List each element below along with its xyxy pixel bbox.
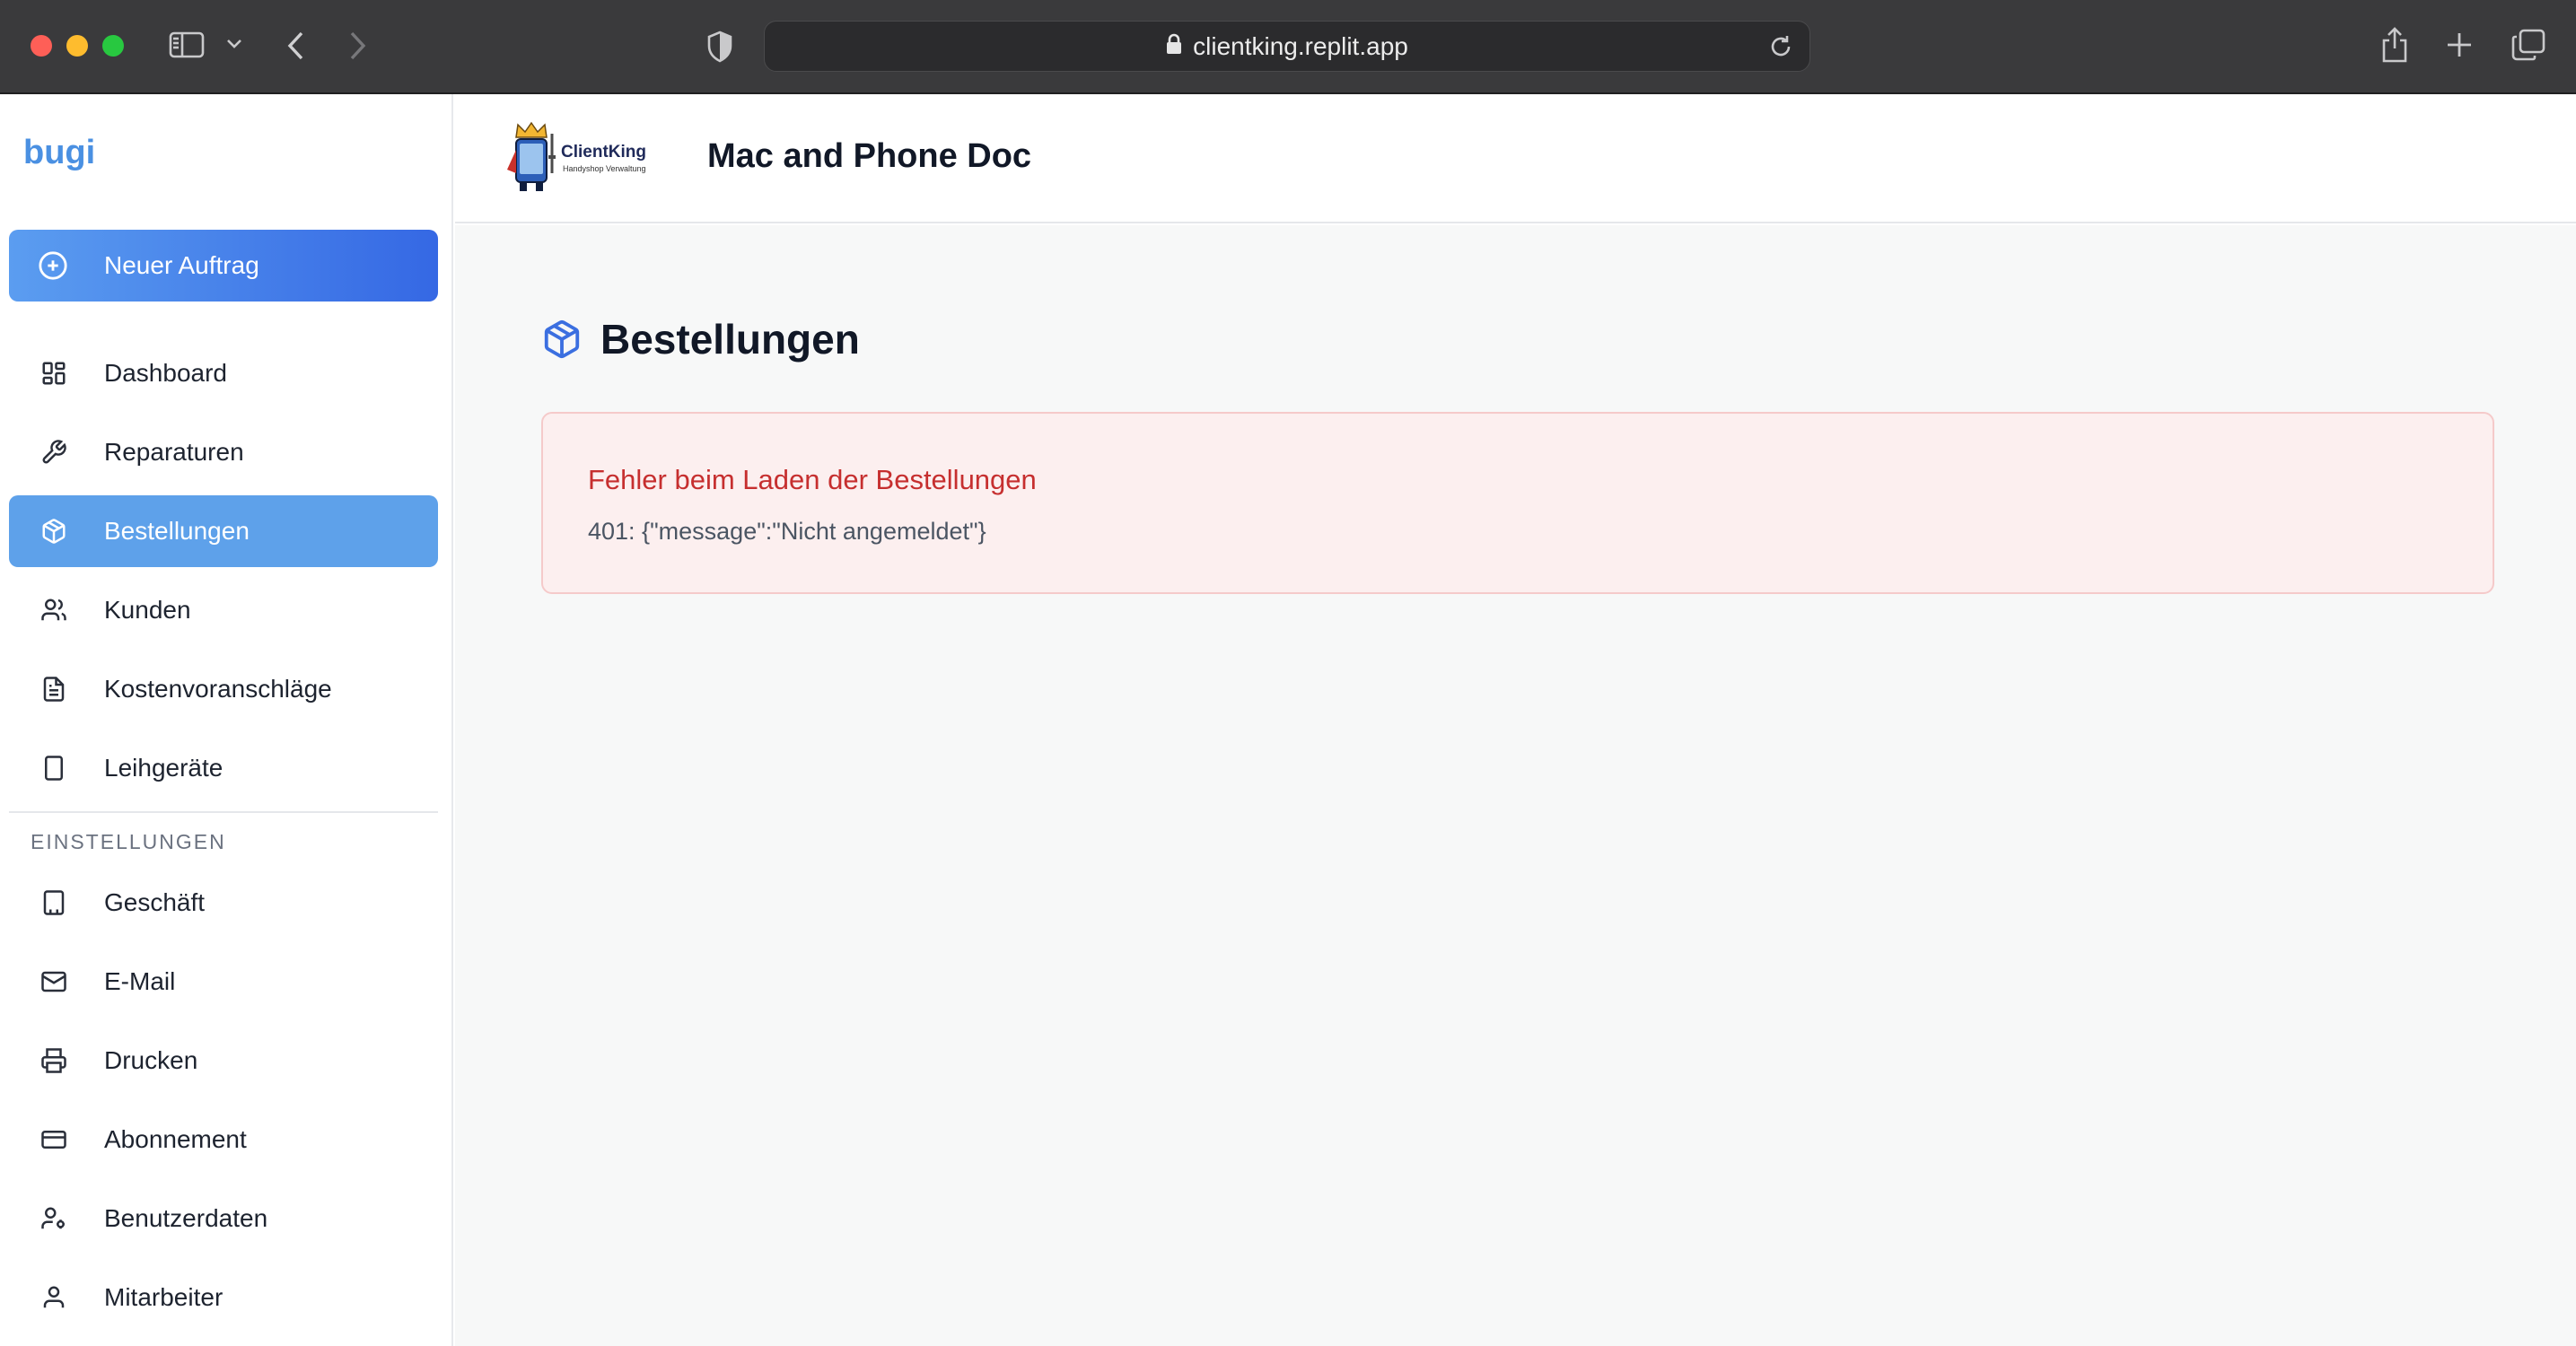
sidebar-toggle-icon[interactable] xyxy=(169,31,205,59)
sidebar-item-bestellungen[interactable]: Bestellungen xyxy=(9,495,438,567)
user-icon xyxy=(36,1284,72,1311)
users-icon xyxy=(36,597,72,624)
page-header: Bestellungen xyxy=(541,315,860,363)
sidebar-item-label: Drucken xyxy=(104,1046,198,1074)
sidebar-item-label: Leihgeräte xyxy=(104,754,223,782)
sidebar-divider xyxy=(9,811,438,813)
browser-toolbar: clientking.replit.app xyxy=(0,0,2576,94)
close-window-button[interactable] xyxy=(31,35,52,57)
sidebar-item-drucken[interactable]: Drucken xyxy=(9,1025,438,1097)
sidebar-item-benutzerdaten[interactable]: Benutzerdaten xyxy=(9,1183,438,1254)
sidebar-item-label: Mitarbeiter xyxy=(104,1283,223,1311)
sidebar-item-label: Reparaturen xyxy=(104,438,244,466)
sidebar-item-leihgeraete[interactable]: Leihgeräte xyxy=(9,732,438,804)
dashboard-icon xyxy=(36,360,72,387)
plus-circle-icon xyxy=(38,250,74,281)
sidebar-item-kostenvoranschlaege[interactable]: Kostenvoranschläge xyxy=(9,653,438,725)
tab-overview-icon[interactable] xyxy=(2511,29,2545,61)
app-header: ClientKing Handyshop Verwaltung Mac and … xyxy=(455,94,2576,223)
user-settings-icon xyxy=(36,1205,72,1232)
settings-heading: EINSTELLUNGEN xyxy=(31,830,226,853)
error-alert: Fehler beim Laden der Bestellungen 401: … xyxy=(541,412,2494,594)
new-order-button[interactable]: Neuer Auftrag xyxy=(9,230,438,302)
tablet-icon xyxy=(36,755,72,782)
sidebar-item-geschaeft[interactable]: Geschäft xyxy=(9,867,438,939)
reload-icon[interactable] xyxy=(1768,34,1793,64)
zoom-window-button[interactable] xyxy=(102,35,124,57)
new-tab-icon[interactable] xyxy=(2445,31,2474,59)
credit-card-icon xyxy=(36,1126,72,1153)
sidebar-item-label: Dashboard xyxy=(104,359,227,387)
sidebar-item-label: Abonnement xyxy=(104,1125,247,1153)
sidebar-item-label: E-Mail xyxy=(104,967,176,995)
mail-icon xyxy=(36,968,72,995)
brand-name[interactable]: bugi xyxy=(23,134,95,172)
clientking-logo[interactable]: ClientKing Handyshop Verwaltung xyxy=(500,119,662,193)
main-content: Bestellungen Fehler beim Laden der Beste… xyxy=(455,225,2576,1346)
sidebar-item-mitarbeiter[interactable]: Mitarbeiter xyxy=(9,1262,438,1333)
minimize-window-button[interactable] xyxy=(66,35,88,57)
url-text: clientking.replit.app xyxy=(1193,31,1408,60)
sidebar-item-abonnement[interactable]: Abonnement xyxy=(9,1104,438,1176)
page-title: Bestellungen xyxy=(600,316,860,363)
logo-subtitle: Handyshop Verwaltung xyxy=(563,164,646,173)
package-icon xyxy=(541,318,584,361)
shop-name: Mac and Phone Doc xyxy=(707,137,1032,175)
chevron-down-icon[interactable] xyxy=(226,39,242,49)
shield-icon[interactable] xyxy=(706,31,733,63)
document-icon xyxy=(36,676,72,703)
sidebar-item-kunden[interactable]: Kunden xyxy=(9,574,438,646)
package-icon xyxy=(36,518,72,545)
sidebar-item-email[interactable]: E-Mail xyxy=(9,946,438,1018)
sidebar-item-label: Kunden xyxy=(104,596,191,624)
sidebar: bugi Neuer Auftrag Dashboard Reparaturen… xyxy=(0,94,453,1346)
wrench-icon xyxy=(36,439,72,466)
sidebar-item-reparaturen[interactable]: Reparaturen xyxy=(9,416,438,488)
sidebar-item-label: Geschäft xyxy=(104,888,206,916)
building-icon xyxy=(36,889,72,916)
sidebar-item-dashboard[interactable]: Dashboard xyxy=(9,337,438,409)
logo-title: ClientKing xyxy=(561,143,646,162)
forward-arrow-icon[interactable] xyxy=(348,31,368,61)
error-title: Fehler beim Laden der Bestellungen xyxy=(588,464,1037,495)
error-message: 401: {"message":"Nicht angemeldet"} xyxy=(588,518,986,545)
king-mascot-icon xyxy=(507,121,556,191)
sidebar-item-label: Bestellungen xyxy=(104,517,250,545)
sidebar-item-label: Benutzerdaten xyxy=(104,1204,268,1232)
share-icon[interactable] xyxy=(2380,25,2409,65)
lock-icon xyxy=(1166,33,1182,59)
sidebar-item-label: Kostenvoranschläge xyxy=(104,675,332,703)
back-arrow-icon[interactable] xyxy=(285,31,305,61)
new-order-label: Neuer Auftrag xyxy=(104,251,259,279)
address-bar[interactable]: clientking.replit.app xyxy=(764,21,1810,72)
printer-icon xyxy=(36,1047,72,1074)
